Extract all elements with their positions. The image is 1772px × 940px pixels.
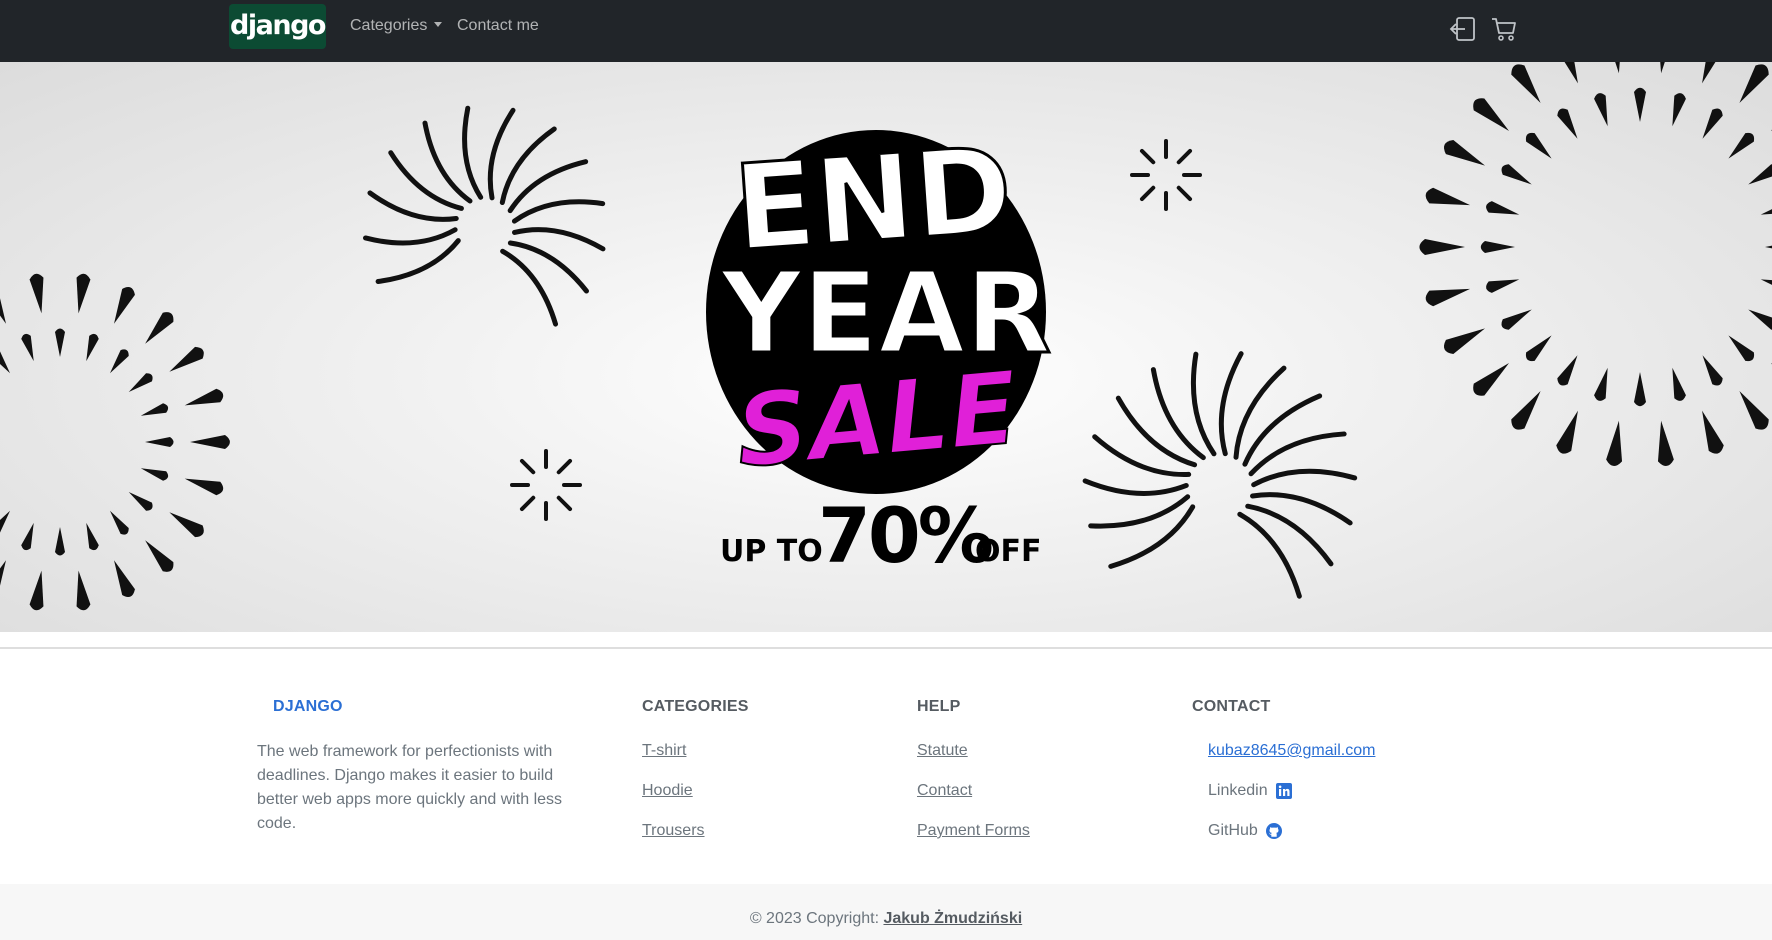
offer-suffix: OFF — [975, 534, 1042, 569]
footer-github-link[interactable]: GitHub — [1208, 822, 1283, 840]
github-icon — [1266, 823, 1283, 839]
footer-email-link[interactable]: kubaz8645@gmail.com — [1208, 742, 1375, 760]
sale-graphic: END YEAR SALE UP TO 70% OFF — [706, 119, 1053, 580]
offer-prefix: UP TO — [720, 534, 823, 569]
copyright-bar: © 2023 Copyright: Jakub Żmudziński — [0, 884, 1772, 940]
linkedin-icon — [1276, 783, 1293, 799]
footer-categories-heading: CATEGORIES — [642, 698, 749, 715]
footer-brand-heading: DJANGO — [273, 698, 343, 715]
sale-line-sale: SALE — [732, 349, 1023, 490]
footer-contact-heading: CONTACT — [1192, 698, 1271, 715]
footer-link-contact[interactable]: Contact — [917, 782, 972, 800]
copyright-text: © 2023 Copyright: — [749, 910, 880, 927]
brand-logo[interactable]: django — [229, 4, 326, 49]
footer-link-tshirt[interactable]: T-shirt — [642, 742, 686, 760]
cart-icon[interactable] — [1490, 15, 1518, 43]
hero-banner: END YEAR SALE UP TO 70% OFF — [0, 62, 1772, 632]
nav-contact-link[interactable]: Contact me — [457, 17, 539, 35]
footer-link-payment-forms[interactable]: Payment Forms — [917, 822, 1030, 840]
offer-value: 70% — [818, 491, 992, 580]
nav-categories-label: Categories — [350, 17, 428, 34]
linkedin-label: Linkedin — [1208, 782, 1268, 799]
caret-down-icon — [434, 22, 443, 27]
footer-linkedin-link[interactable]: Linkedin — [1208, 782, 1293, 800]
footer: DJANGO The web framework for perfectioni… — [0, 649, 1772, 884]
footer-link-statute[interactable]: Statute — [917, 742, 968, 760]
copyright-author-link[interactable]: Jakub Żmudziński — [883, 910, 1022, 927]
footer-help-heading: HELP — [917, 698, 961, 715]
footer-about-text: The web framework for perfectionists wit… — [257, 743, 563, 832]
footer-link-trousers[interactable]: Trousers — [642, 822, 705, 840]
footer-link-hoodie[interactable]: Hoodie — [642, 782, 693, 800]
nav-categories-dropdown[interactable]: Categories — [350, 17, 443, 35]
login-icon[interactable] — [1449, 15, 1477, 43]
github-label: GitHub — [1208, 822, 1258, 839]
top-navbar: django Categories Contact me — [0, 0, 1772, 62]
